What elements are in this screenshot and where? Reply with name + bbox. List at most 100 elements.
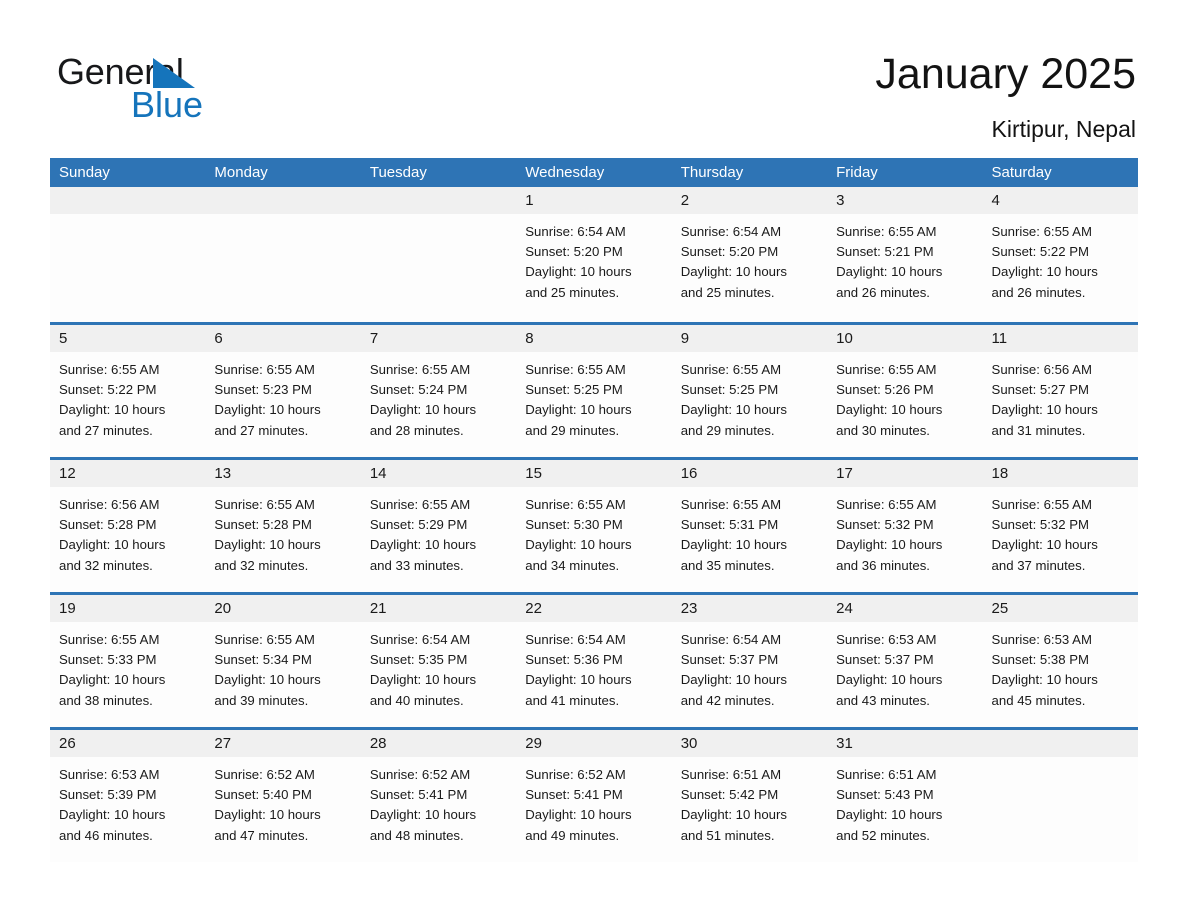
day-detail-line: Daylight: 10 hours bbox=[525, 537, 632, 553]
day-cell-7[interactable]: 7 Sunrise: 6:55 AM Sunset: 5:24 PM Daylight… bbox=[360, 325, 517, 457]
day-detail-text: Sunrise: 6:55 AM Sunset: 5:25 PM Daylight:… bbox=[672, 352, 827, 441]
day-cell-14[interactable]: 14 Sunrise: 6:55 AM Sunset: 5:29 PM Dayligh… bbox=[360, 460, 517, 592]
calendar-week-row: 12 Sunrise: 6:56 AM Sunset: 5:28 PM Dayligh… bbox=[50, 457, 1138, 592]
day-number: 22 bbox=[525, 600, 542, 617]
day-cell-27[interactable]: 27 Sunrise: 6:52 AM Sunset: 5:40 PM Dayligh… bbox=[205, 730, 361, 862]
day-detail-text: Sunrise: 6:54 AM Sunset: 5:20 PM Daylight:… bbox=[672, 214, 827, 303]
day-detail-line: Sunrise: 6:55 AM bbox=[680, 497, 782, 512]
day-detail-line: Sunset: 5:36 PM bbox=[525, 652, 623, 668]
day-detail-text: Sunrise: 6:55 AM Sunset: 5:24 PM Daylight:… bbox=[361, 352, 516, 441]
day-number-band: 26 bbox=[50, 730, 206, 757]
day-number-band: 30 bbox=[671, 730, 828, 757]
day-cell-24[interactable]: 24 Sunrise: 6:53 AM Sunset: 5:37 PM Dayligh… bbox=[827, 595, 983, 727]
day-detail-text: Sunrise: 6:55 AM Sunset: 5:22 PM Daylight:… bbox=[50, 352, 205, 441]
day-detail-line: Sunrise: 6:55 AM bbox=[525, 362, 626, 377]
day-detail-line: Sunrise: 6:55 AM bbox=[369, 497, 471, 512]
day-detail-line: Sunset: 5:20 PM bbox=[525, 244, 623, 260]
day-cell-8[interactable]: 8 Sunrise: 6:55 AM Sunset: 5:25 PM Daylight… bbox=[516, 325, 672, 457]
day-number: 16 bbox=[680, 465, 698, 482]
day-number: 30 bbox=[680, 735, 698, 752]
day-cell-15[interactable]: 15 Sunrise: 6:55 AM Sunset: 5:30 PM Dayligh… bbox=[516, 460, 672, 592]
day-cell-17[interactable]: 17 Sunrise: 6:55 AM Sunset: 5:32 PM Dayligh… bbox=[827, 460, 983, 592]
day-cell-9[interactable]: 9 Sunrise: 6:55 AM Sunset: 5:25 PM Daylight… bbox=[671, 325, 828, 457]
day-detail-line: Daylight: 10 hours bbox=[680, 807, 787, 823]
day-detail-line: Sunrise: 6:56 AM bbox=[59, 497, 160, 512]
title-block: January 2025 Kirtipur, Nepal bbox=[875, 48, 1136, 144]
day-number-band: 11 bbox=[982, 325, 1138, 352]
day-number-band: 24 bbox=[827, 595, 983, 622]
day-cell-20[interactable]: 20 Sunrise: 6:55 AM Sunset: 5:34 PM Dayligh… bbox=[205, 595, 361, 727]
day-number-band: 17 bbox=[827, 460, 983, 487]
day-detail-line: Daylight: 10 hours bbox=[59, 672, 166, 688]
day-detail-line: Daylight: 10 hours bbox=[991, 264, 1098, 280]
day-number: 6 bbox=[214, 330, 223, 347]
day-detail-line: Daylight: 10 hours bbox=[836, 264, 943, 280]
day-cell-23[interactable]: 23 Sunrise: 6:54 AM Sunset: 5:37 PM Dayligh… bbox=[671, 595, 828, 727]
day-cell-5[interactable]: 5 Sunrise: 6:55 AM Sunset: 5:22 PM Daylight… bbox=[50, 325, 206, 457]
day-number-band: 25 bbox=[982, 595, 1138, 622]
day-detail-text: Sunrise: 6:52 AM Sunset: 5:41 PM Daylight:… bbox=[361, 757, 516, 846]
day-detail-line: Daylight: 10 hours bbox=[369, 537, 477, 553]
day-cell-31[interactable]: 31 Sunrise: 6:51 AM Sunset: 5:43 PM Dayligh… bbox=[827, 730, 983, 862]
day-number: 15 bbox=[525, 465, 542, 482]
day-detail-line: Sunrise: 6:55 AM bbox=[991, 497, 1092, 512]
day-number-band: 28 bbox=[360, 730, 517, 757]
day-cell-4[interactable]: 4 Sunrise: 6:55 AM Sunset: 5:22 PM Daylight… bbox=[982, 187, 1138, 322]
day-cell-16[interactable]: 16 Sunrise: 6:55 AM Sunset: 5:31 PM Dayligh… bbox=[671, 460, 828, 592]
brand-logo[interactable]: General Blue bbox=[57, 52, 317, 125]
day-number-band: 2 bbox=[671, 187, 828, 214]
day-cell-1[interactable]: 1 Sunrise: 6:54 AM Sunset: 5:20 PM Daylight… bbox=[516, 187, 672, 322]
day-detail-text: Sunrise: 6:55 AM Sunset: 5:33 PM Daylight:… bbox=[50, 622, 205, 711]
day-cell-6[interactable]: 6 Sunrise: 6:55 AM Sunset: 5:23 PM Daylight… bbox=[205, 325, 361, 457]
day-detail-line: Daylight: 10 hours bbox=[680, 672, 787, 688]
day-number: 20 bbox=[214, 600, 232, 617]
day-cell-2[interactable]: 2 Sunrise: 6:54 AM Sunset: 5:20 PM Daylight… bbox=[671, 187, 828, 322]
day-cell-3[interactable]: 3 Sunrise: 6:55 AM Sunset: 5:21 PM Daylight… bbox=[827, 187, 983, 322]
day-cell-empty bbox=[360, 187, 517, 322]
page-header: General Blue January 2025 Kirtipur, Nepa… bbox=[0, 0, 1188, 158]
day-detail-line: Sunset: 5:26 PM bbox=[836, 382, 934, 398]
day-cell-11[interactable]: 11 Sunrise: 6:56 AM Sunset: 5:27 PM Dayligh… bbox=[982, 325, 1138, 457]
day-cell-26[interactable]: 26 Sunrise: 6:53 AM Sunset: 5:39 PM Dayligh… bbox=[50, 730, 206, 862]
day-cell-10[interactable]: 10 Sunrise: 6:55 AM Sunset: 5:26 PM Dayligh… bbox=[827, 325, 983, 457]
day-detail-line: and 49 minutes. bbox=[525, 827, 620, 843]
day-number: 31 bbox=[836, 735, 853, 752]
day-cell-19[interactable]: 19 Sunrise: 6:55 AM Sunset: 5:33 PM Dayligh… bbox=[50, 595, 206, 727]
day-detail-line: Daylight: 10 hours bbox=[680, 537, 787, 553]
day-cell-18[interactable]: 18 Sunrise: 6:55 AM Sunset: 5:32 PM Dayligh… bbox=[982, 460, 1138, 592]
day-detail-line: and 36 minutes. bbox=[836, 557, 930, 573]
weekday-header-sunday: Sunday bbox=[59, 164, 110, 181]
day-detail-line: Sunrise: 6:54 AM bbox=[680, 632, 782, 647]
day-cell-29[interactable]: 29 Sunrise: 6:52 AM Sunset: 5:41 PM Dayligh… bbox=[516, 730, 672, 862]
day-number: 18 bbox=[991, 465, 1009, 482]
day-detail-line: Sunset: 5:40 PM bbox=[214, 787, 312, 803]
day-cell-28[interactable]: 28 Sunrise: 6:52 AM Sunset: 5:41 PM Dayligh… bbox=[360, 730, 517, 862]
day-detail-line: Sunset: 5:20 PM bbox=[680, 244, 779, 260]
day-detail-line: Sunrise: 6:54 AM bbox=[680, 224, 782, 239]
day-number: 23 bbox=[680, 600, 698, 617]
day-detail-line: Sunset: 5:32 PM bbox=[836, 517, 934, 533]
day-cell-13[interactable]: 13 Sunrise: 6:55 AM Sunset: 5:28 PM Dayligh… bbox=[205, 460, 361, 592]
day-detail-line: Daylight: 10 hours bbox=[836, 537, 943, 553]
day-cell-25[interactable]: 25 Sunrise: 6:53 AM Sunset: 5:38 PM Dayligh… bbox=[982, 595, 1138, 727]
weekday-header-tuesday: Tuesday bbox=[369, 164, 427, 181]
day-detail-line: and 27 minutes. bbox=[59, 422, 153, 438]
day-detail-line: Sunrise: 6:55 AM bbox=[836, 497, 937, 512]
day-detail-line: and 27 minutes. bbox=[214, 422, 309, 438]
day-cell-30[interactable]: 30 Sunrise: 6:51 AM Sunset: 5:42 PM Dayligh… bbox=[671, 730, 828, 862]
day-detail-line: Daylight: 10 hours bbox=[991, 672, 1098, 688]
day-number-band: 14 bbox=[360, 460, 517, 487]
day-cell-22[interactable]: 22 Sunrise: 6:54 AM Sunset: 5:36 PM Dayligh… bbox=[516, 595, 672, 727]
day-detail-line: Sunset: 5:32 PM bbox=[991, 517, 1090, 533]
day-detail-line: Sunset: 5:38 PM bbox=[991, 652, 1090, 668]
day-detail-line: Sunrise: 6:55 AM bbox=[214, 497, 315, 512]
day-number: 8 bbox=[525, 330, 534, 347]
day-detail-line: Sunrise: 6:51 AM bbox=[680, 767, 782, 782]
day-number: 11 bbox=[991, 330, 1008, 347]
day-detail-line: Sunrise: 6:55 AM bbox=[991, 224, 1092, 239]
calendar-weeks: 1 Sunrise: 6:54 AM Sunset: 5:20 PM Daylight… bbox=[50, 187, 1138, 862]
day-number: 29 bbox=[525, 735, 542, 752]
day-cell-21[interactable]: 21 Sunrise: 6:54 AM Sunset: 5:35 PM Dayligh… bbox=[360, 595, 517, 727]
day-detail-line: and 39 minutes. bbox=[214, 692, 309, 708]
day-cell-12[interactable]: 12 Sunrise: 6:56 AM Sunset: 5:28 PM Dayligh… bbox=[50, 460, 206, 592]
